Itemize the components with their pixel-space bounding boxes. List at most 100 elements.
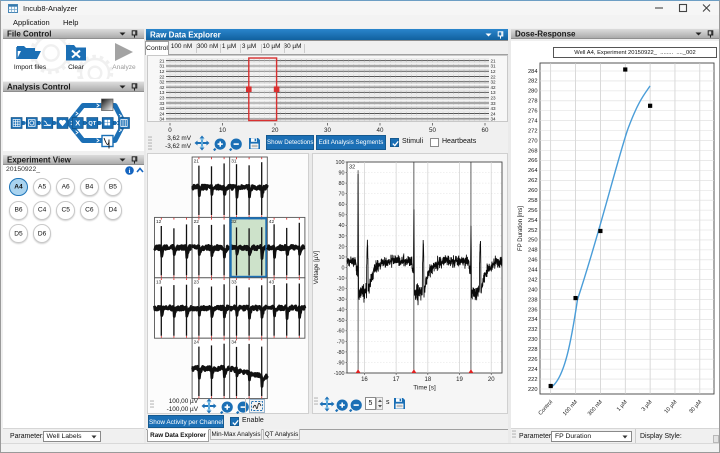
svg-text:60: 60 <box>482 127 489 133</box>
svg-text:40: 40 <box>339 223 345 229</box>
svg-text:248: 248 <box>528 248 538 254</box>
svg-text:266: 266 <box>528 158 538 164</box>
svg-text:34: 34 <box>159 117 165 122</box>
svg-text:250: 250 <box>528 238 538 244</box>
svg-text:274: 274 <box>528 118 538 124</box>
svg-text:32: 32 <box>231 219 237 225</box>
svg-text:18: 18 <box>424 377 431 383</box>
svg-text:232: 232 <box>528 327 538 333</box>
svg-text:-50: -50 <box>337 318 345 324</box>
svg-text:284: 284 <box>528 69 538 75</box>
svg-text:12: 12 <box>491 69 497 74</box>
svg-text:13: 13 <box>159 90 165 95</box>
svg-text:-80: -80 <box>337 350 345 356</box>
svg-text:23: 23 <box>159 95 165 100</box>
svg-text:22: 22 <box>194 219 200 225</box>
svg-text:100: 100 <box>336 160 345 166</box>
svg-text:23: 23 <box>194 279 200 285</box>
svg-text:100 nM: 100 nM <box>562 399 579 417</box>
svg-text:13: 13 <box>491 90 497 95</box>
svg-text:244: 244 <box>528 268 538 274</box>
svg-text:33: 33 <box>159 101 165 106</box>
svg-text:258: 258 <box>528 198 538 204</box>
svg-text:60: 60 <box>339 202 345 208</box>
svg-text:236: 236 <box>528 307 538 313</box>
svg-text:-60: -60 <box>337 329 345 335</box>
svg-text:Control: Control <box>538 399 555 416</box>
svg-text:Voltage [µV]: Voltage [µV] <box>313 250 320 284</box>
svg-text:32: 32 <box>159 80 165 85</box>
svg-text:50: 50 <box>339 213 345 219</box>
svg-text:33: 33 <box>491 101 497 106</box>
svg-text:42: 42 <box>491 85 497 90</box>
svg-text:280: 280 <box>528 89 538 95</box>
svg-text:17: 17 <box>393 377 400 383</box>
svg-text:242: 242 <box>528 277 538 283</box>
svg-text:20: 20 <box>272 127 279 133</box>
svg-text:13: 13 <box>156 279 162 285</box>
svg-text:42: 42 <box>269 219 275 225</box>
svg-text:20: 20 <box>488 377 495 383</box>
svg-text:10: 10 <box>339 255 345 261</box>
svg-text:224: 224 <box>528 367 538 373</box>
svg-text:278: 278 <box>528 99 538 105</box>
svg-text:228: 228 <box>528 347 538 353</box>
svg-text:31: 31 <box>231 159 237 165</box>
svg-text:32: 32 <box>349 165 355 171</box>
svg-text:1 µM: 1 µM <box>616 399 629 413</box>
svg-text:226: 226 <box>528 357 538 363</box>
svg-text:10: 10 <box>219 127 226 133</box>
svg-text:20: 20 <box>339 244 345 250</box>
svg-text:30: 30 <box>339 234 345 240</box>
svg-text:238: 238 <box>528 297 538 303</box>
svg-text:-40: -40 <box>337 308 345 314</box>
svg-text:43: 43 <box>491 106 497 111</box>
svg-text:254: 254 <box>528 218 538 224</box>
svg-text:21: 21 <box>159 58 165 63</box>
svg-text:42: 42 <box>159 85 165 90</box>
svg-text:270: 270 <box>528 138 538 144</box>
svg-text:12: 12 <box>159 69 165 74</box>
svg-text:3 µM: 3 µM <box>641 399 654 413</box>
svg-text:-20: -20 <box>337 287 345 293</box>
svg-text:30: 30 <box>324 127 331 133</box>
svg-text:282: 282 <box>528 79 538 85</box>
svg-text:-90: -90 <box>337 360 345 366</box>
svg-text:23: 23 <box>491 95 497 100</box>
svg-text:-70: -70 <box>337 339 345 345</box>
svg-text:22: 22 <box>159 74 165 79</box>
svg-text:260: 260 <box>528 188 538 194</box>
svg-text:272: 272 <box>528 128 538 134</box>
svg-text:30 µM: 30 µM <box>688 399 703 415</box>
svg-text:21: 21 <box>491 58 497 63</box>
svg-text:31: 31 <box>491 64 497 69</box>
svg-text:252: 252 <box>528 228 538 234</box>
svg-text:246: 246 <box>528 258 538 264</box>
svg-text:16: 16 <box>361 377 368 383</box>
svg-text:70: 70 <box>339 192 345 198</box>
svg-text:34: 34 <box>231 340 237 346</box>
svg-text:264: 264 <box>528 168 538 174</box>
svg-text:300 nM: 300 nM <box>587 399 604 417</box>
svg-text:276: 276 <box>528 109 538 115</box>
svg-text:90: 90 <box>339 170 345 176</box>
svg-text:222: 222 <box>528 377 538 383</box>
svg-text:80: 80 <box>339 181 345 187</box>
svg-text:10 µM: 10 µM <box>664 399 679 415</box>
svg-text:-30: -30 <box>337 297 345 303</box>
svg-text:12: 12 <box>156 219 162 225</box>
svg-text:220: 220 <box>528 387 538 393</box>
svg-text:-10: -10 <box>337 276 345 282</box>
svg-text:-100: -100 <box>334 371 345 377</box>
svg-text:234: 234 <box>528 317 538 323</box>
svg-text:40: 40 <box>377 127 384 133</box>
svg-text:43: 43 <box>159 106 165 111</box>
svg-text:22: 22 <box>491 74 497 79</box>
svg-text:43: 43 <box>269 279 275 285</box>
svg-text:0: 0 <box>342 265 345 271</box>
svg-text:19: 19 <box>456 377 463 383</box>
svg-text:33: 33 <box>231 279 237 285</box>
svg-text:32: 32 <box>491 80 497 85</box>
svg-text:FP Duration [ms]: FP Duration [ms] <box>518 206 524 251</box>
svg-text:268: 268 <box>528 148 538 154</box>
